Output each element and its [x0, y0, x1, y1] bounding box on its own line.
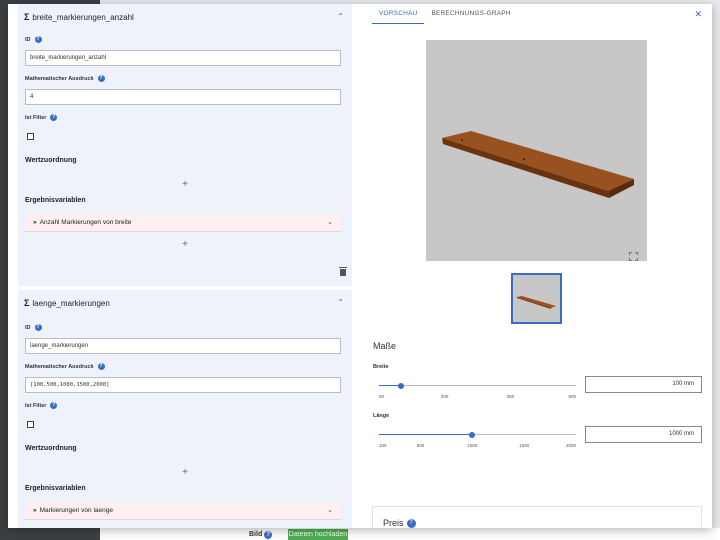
id-input[interactable]: laenge_markierungen: [25, 338, 341, 354]
breite-label: Breite: [373, 364, 389, 370]
is-filter-checkbox[interactable]: [27, 133, 34, 140]
add-result-variable-button[interactable]: +: [18, 526, 352, 528]
preview-panel: VORSCHAU BERECHNUNGS-GRAPH ✕ Maße Breite: [360, 4, 712, 528]
expression-label: Mathematischer Ausdruck?: [25, 363, 105, 370]
chevron-up-icon[interactable]: ⌃: [337, 12, 344, 21]
slider-tick-label: 2000: [565, 443, 576, 448]
help-icon: ?: [264, 531, 273, 539]
double-chevron-right-icon: »: [33, 507, 37, 514]
variable-card-header[interactable]: Σ breite_markierungen_anzahl ⌃: [18, 4, 352, 30]
expression-input[interactable]: 4: [25, 89, 341, 105]
preview-tabs: VORSCHAU BERECHNUNGS-GRAPH: [372, 4, 518, 24]
chevron-up-icon[interactable]: ⌃: [337, 298, 344, 307]
plank-top: [442, 131, 634, 191]
sigma-icon: Σ: [24, 298, 30, 308]
chevron-down-icon[interactable]: ⌄: [327, 214, 333, 232]
id-input[interactable]: breite_markierungen_anzahl: [25, 50, 341, 66]
add-result-variable-button[interactable]: +: [18, 239, 352, 250]
slider-tick-label: 50: [379, 394, 385, 399]
trash-icon[interactable]: [339, 267, 347, 276]
expression-input[interactable]: [100,500,1000,1500,2000]: [25, 377, 341, 393]
variable-card-laenge: Σ laenge_markierungen ⌃ ID? laenge_marki…: [18, 290, 352, 528]
laenge-value-input[interactable]: 1000 mm: [585, 426, 702, 443]
fullscreen-icon[interactable]: [629, 252, 638, 261]
tab-vorschau[interactable]: VORSCHAU: [372, 4, 425, 24]
thumb-plank-front: [517, 297, 551, 309]
help-icon[interactable]: ?: [34, 36, 42, 43]
result-variables-heading: Ergebnisvariablen: [25, 485, 86, 492]
breite-ticks: 50 200 350 500: [379, 394, 576, 402]
price-card: Preis?: [372, 506, 702, 528]
slider-fill: [379, 434, 473, 435]
add-value-mapping-button[interactable]: +: [18, 467, 352, 478]
id-label: ID?: [25, 324, 42, 331]
breite-slider[interactable]: [379, 382, 576, 389]
chevron-down-icon[interactable]: ⌄: [327, 502, 333, 520]
slider-tick-label: 1500: [519, 443, 530, 448]
laenge-slider[interactable]: [379, 431, 576, 438]
variable-editor-modal: Σ breite_markierungen_anzahl ⌃ ID? breit…: [8, 4, 712, 528]
filter-label: Ist Filter?: [25, 114, 58, 121]
slider-tick-label: 200: [440, 394, 449, 399]
slider-tick-label: 1000: [467, 443, 478, 448]
result-variables-heading: Ergebnisvariablen: [25, 197, 86, 204]
price-title: Preis?: [383, 518, 416, 528]
expression-label: Mathematischer Ausdruck?: [25, 75, 105, 82]
3d-preview-viewer[interactable]: [426, 40, 647, 261]
sigma-icon: Σ: [24, 12, 30, 22]
help-icon[interactable]: ?: [34, 324, 42, 331]
close-icon[interactable]: ✕: [694, 9, 702, 20]
help-icon[interactable]: ?: [50, 402, 58, 409]
wood-plank-image: [442, 131, 634, 198]
help-icon[interactable]: ?: [97, 75, 105, 82]
variable-card-header[interactable]: Σ laenge_markierungen ⌃: [18, 290, 352, 316]
variables-panel: Σ breite_markierungen_anzahl ⌃ ID? breit…: [8, 4, 360, 528]
variable-card-title: laenge_markierungen: [32, 298, 110, 308]
slider-tick-label: 500: [568, 394, 576, 399]
variable-card-breite: Σ breite_markierungen_anzahl ⌃ ID? breit…: [18, 4, 352, 286]
bild-label: Bild?: [249, 531, 273, 539]
tab-berechnungs-graph[interactable]: BERECHNUNGS-GRAPH: [424, 4, 517, 24]
slider-tick-label: 350: [506, 394, 515, 399]
help-icon[interactable]: ?: [97, 363, 105, 370]
preview-thumbnail[interactable]: [511, 273, 562, 324]
laenge-label: Länge: [373, 413, 390, 419]
slider-handle[interactable]: [469, 431, 476, 438]
add-value-mapping-button[interactable]: +: [18, 179, 352, 190]
thumb-plank-top: [517, 296, 556, 308]
thumbnail-image: [517, 296, 556, 309]
is-filter-checkbox[interactable]: [27, 421, 34, 428]
wertzuordnung-heading: Wertzuordnung: [25, 157, 77, 164]
result-variable-item[interactable]: » Markierungen von laenge ⌄: [25, 502, 341, 520]
double-chevron-right-icon: »: [33, 219, 37, 226]
help-icon[interactable]: ?: [406, 518, 416, 528]
slider-handle[interactable]: [397, 382, 404, 389]
laenge-ticks: 100 500 1000 1500 2000: [379, 443, 576, 451]
filter-label: Ist Filter?: [25, 402, 58, 409]
help-icon[interactable]: ?: [50, 114, 58, 121]
upload-files-button[interactable]: Dateien hochladen: [288, 529, 348, 540]
id-label: ID?: [25, 36, 42, 43]
marking-dot: [461, 139, 463, 141]
breite-value-input[interactable]: 100 mm: [585, 376, 702, 393]
background-footer: [100, 528, 720, 540]
result-variable-item[interactable]: » Anzahl Markierungen von breite ⌄: [25, 214, 341, 232]
wertzuordnung-heading: Wertzuordnung: [25, 445, 77, 452]
masse-heading: Maße: [373, 341, 397, 351]
result-variable-label: Anzahl Markierungen von breite: [39, 219, 132, 226]
marking-dot: [523, 158, 525, 160]
variable-card-title: breite_markierungen_anzahl: [32, 12, 134, 22]
slider-tick-label: 500: [416, 443, 425, 448]
slider-tick-label: 100: [379, 443, 387, 448]
result-variable-label: Markierungen von laenge: [39, 507, 113, 514]
